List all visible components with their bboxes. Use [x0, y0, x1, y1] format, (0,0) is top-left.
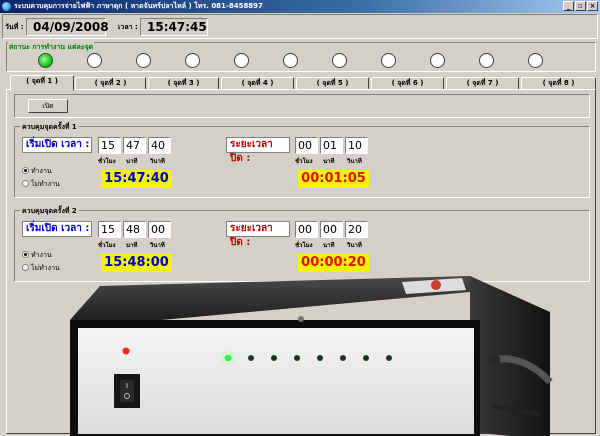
status-led-6	[283, 53, 298, 68]
maximize-button[interactable]: ▫	[575, 1, 586, 11]
duration-display: 00:00:20	[298, 254, 369, 272]
duration-minute-input[interactable]: 01	[320, 137, 343, 154]
start-second-unit: วินาที	[150, 158, 165, 165]
duration-caption: ระยะเวลา ปิด :	[226, 221, 290, 248]
radio-disabled[interactable]: ไม่ทำงาน	[22, 179, 60, 190]
duration-caption: ระยะเวลา ปิด :	[226, 137, 290, 164]
start-hour-input[interactable]: 15	[98, 221, 121, 238]
radio-enabled-label: ทำงาน	[31, 167, 52, 175]
radio-disabled-label: ไม่ทำงาน	[31, 264, 60, 272]
radio-disabled-label: ไม่ทำงาน	[31, 180, 60, 188]
tab-point-1[interactable]: ( จุดที่ 1 )	[10, 75, 74, 91]
duration-second-input[interactable]: 10	[345, 137, 368, 154]
start-second-input[interactable]: 00	[148, 221, 171, 238]
control-group-title: ควบคุมจุดครั้งที่ 1	[20, 122, 79, 133]
title-bar: ระบบควบคุมการจ่ายไฟฟ้า ภาษาดุก ( หาดจันท…	[0, 0, 600, 13]
start-second-unit: วินาที	[150, 242, 165, 249]
status-led-8	[381, 53, 396, 68]
start-minute-unit: นาที	[126, 242, 138, 249]
start-hour-unit: ชั่วโมง	[98, 242, 116, 249]
duration-second-input[interactable]: 20	[345, 221, 368, 238]
minimize-button[interactable]: _	[563, 1, 574, 11]
duration-hour-input[interactable]: 00	[295, 221, 318, 238]
start-minute-unit: นาที	[126, 158, 138, 165]
status-led-4	[185, 53, 200, 68]
open-button[interactable]: เปิด	[28, 99, 68, 113]
duration-minute-unit: นาที	[323, 158, 335, 165]
duration-hour-unit: ชั่วโมง	[295, 158, 313, 165]
radio-enabled[interactable]: ทำงาน	[22, 250, 52, 261]
status-led-5	[234, 53, 249, 68]
start-time-display: 15:47:40	[101, 170, 172, 188]
radio-unselected-icon	[22, 264, 29, 271]
time-label: เวลา :	[118, 23, 138, 31]
time-value: 15:47:45	[140, 18, 208, 36]
start-minute-input[interactable]: 47	[123, 137, 146, 154]
duration-hour-unit: ชั่วโมง	[295, 242, 313, 249]
start-hour-unit: ชั่วโมง	[98, 158, 116, 165]
duration-display: 00:01:05	[298, 170, 369, 188]
start-hour-input[interactable]: 15	[98, 137, 121, 154]
duration-minute-unit: นาที	[323, 242, 335, 249]
status-led-9	[430, 53, 445, 68]
start-second-input[interactable]: 40	[148, 137, 171, 154]
control-group-title: ควบคุมจุดครั้งที่ 2	[20, 206, 79, 217]
status-led-3	[136, 53, 151, 68]
start-caption: เริ่มเปิด เวลา :	[22, 137, 92, 153]
status-led-10	[479, 53, 494, 68]
power-led-icon	[122, 347, 130, 355]
start-minute-input[interactable]: 48	[123, 221, 146, 238]
status-led-11	[528, 53, 543, 68]
start-caption: เริ่มเปิด เวลา :	[22, 221, 92, 237]
radio-disabled[interactable]: ไม่ทำงาน	[22, 263, 60, 274]
radio-enabled[interactable]: ทำงาน	[22, 166, 52, 177]
open-panel	[14, 94, 590, 118]
status-title: สถานะ การทำงาน แต่ละจุด	[8, 42, 95, 53]
app-icon	[2, 2, 11, 11]
window-title: ระบบควบคุมการจ่ายไฟฟ้า ภาษาดุก ( หาดจันท…	[14, 2, 263, 10]
radio-unselected-icon	[22, 180, 29, 187]
device-photo	[70, 276, 553, 436]
date-value: 04/09/2008	[26, 18, 109, 36]
date-label: วันที่ :	[5, 23, 24, 31]
duration-hour-input[interactable]: 00	[295, 137, 318, 154]
close-button[interactable]: ×	[587, 1, 598, 11]
radio-selected-icon	[22, 167, 29, 174]
status-led-2	[87, 53, 102, 68]
duration-second-unit: วินาที	[347, 158, 362, 165]
radio-selected-icon	[22, 251, 29, 258]
start-time-display: 15:48:00	[101, 254, 172, 272]
radio-enabled-label: ทำงาน	[31, 251, 52, 259]
status-led-1	[38, 53, 53, 68]
duration-second-unit: วินาที	[347, 242, 362, 249]
status-led-7	[332, 53, 347, 68]
duration-minute-input[interactable]: 00	[320, 221, 343, 238]
